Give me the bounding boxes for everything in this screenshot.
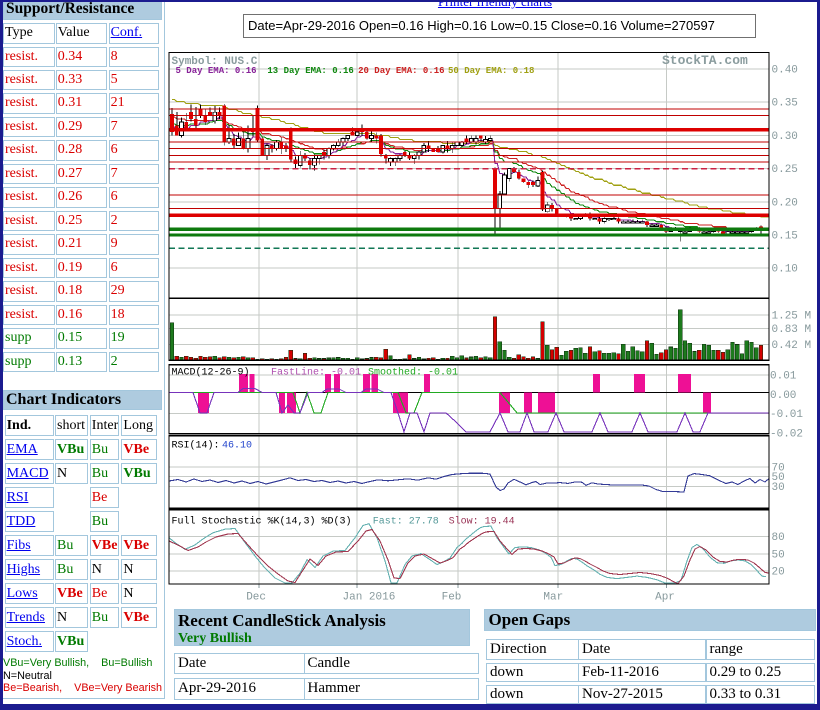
svg-text:Dec: Dec bbox=[246, 592, 266, 604]
svg-text:-0.02: -0.02 bbox=[770, 429, 803, 441]
svg-text:0.40: 0.40 bbox=[772, 65, 798, 77]
svg-text:0.25: 0.25 bbox=[772, 164, 798, 176]
svg-text:Full Stochastic %K(14,3) %D(3): Full Stochastic %K(14,3) %D(3) bbox=[172, 516, 352, 528]
svg-text:50 Day EMA: 0.18: 50 Day EMA: 0.18 bbox=[448, 66, 534, 76]
svg-text:13 Day EMA: 0.16: 13 Day EMA: 0.16 bbox=[267, 66, 353, 76]
svg-text:80: 80 bbox=[772, 532, 785, 544]
svg-text:-0.01: -0.01 bbox=[770, 409, 803, 421]
svg-text:0.00: 0.00 bbox=[770, 390, 796, 402]
svg-text:0.01: 0.01 bbox=[770, 371, 797, 383]
svg-text:Mar: Mar bbox=[543, 592, 563, 604]
svg-text:Apr: Apr bbox=[655, 592, 675, 604]
svg-text:0.35: 0.35 bbox=[772, 98, 798, 110]
svg-text:30: 30 bbox=[772, 482, 785, 494]
svg-text:0.20: 0.20 bbox=[772, 197, 798, 209]
svg-text:50: 50 bbox=[772, 549, 785, 561]
svg-text:0.15: 0.15 bbox=[772, 231, 798, 243]
svg-text:StockTA.com: StockTA.com bbox=[662, 53, 748, 68]
svg-text:0.83 M: 0.83 M bbox=[772, 324, 812, 336]
svg-text:RSI(14):: RSI(14): bbox=[172, 440, 220, 452]
svg-text:MACD(12-26-9): MACD(12-26-9) bbox=[172, 367, 250, 379]
svg-text:Slow: 19.44: Slow: 19.44 bbox=[449, 516, 515, 528]
svg-text:46.10: 46.10 bbox=[222, 441, 252, 452]
svg-text:5 Day EMA: 0.16: 5 Day EMA: 0.16 bbox=[176, 66, 257, 76]
svg-text:0.30: 0.30 bbox=[772, 131, 798, 143]
svg-text:FastLine: -0.01: FastLine: -0.01 bbox=[271, 367, 361, 379]
svg-text:Feb: Feb bbox=[442, 592, 462, 604]
svg-text:0.42 M: 0.42 M bbox=[772, 340, 812, 352]
svg-text:20 Day EMA: 0.16: 20 Day EMA: 0.16 bbox=[358, 66, 444, 76]
svg-text:0.10: 0.10 bbox=[772, 264, 798, 276]
svg-text:Smoothed: -0.01: Smoothed: -0.01 bbox=[368, 367, 458, 379]
svg-text:Fast: 27.78: Fast: 27.78 bbox=[373, 517, 439, 528]
svg-text:Jan 2016: Jan 2016 bbox=[343, 592, 396, 604]
svg-text:20: 20 bbox=[772, 567, 785, 579]
svg-text:1.25 M: 1.25 M bbox=[772, 311, 812, 323]
